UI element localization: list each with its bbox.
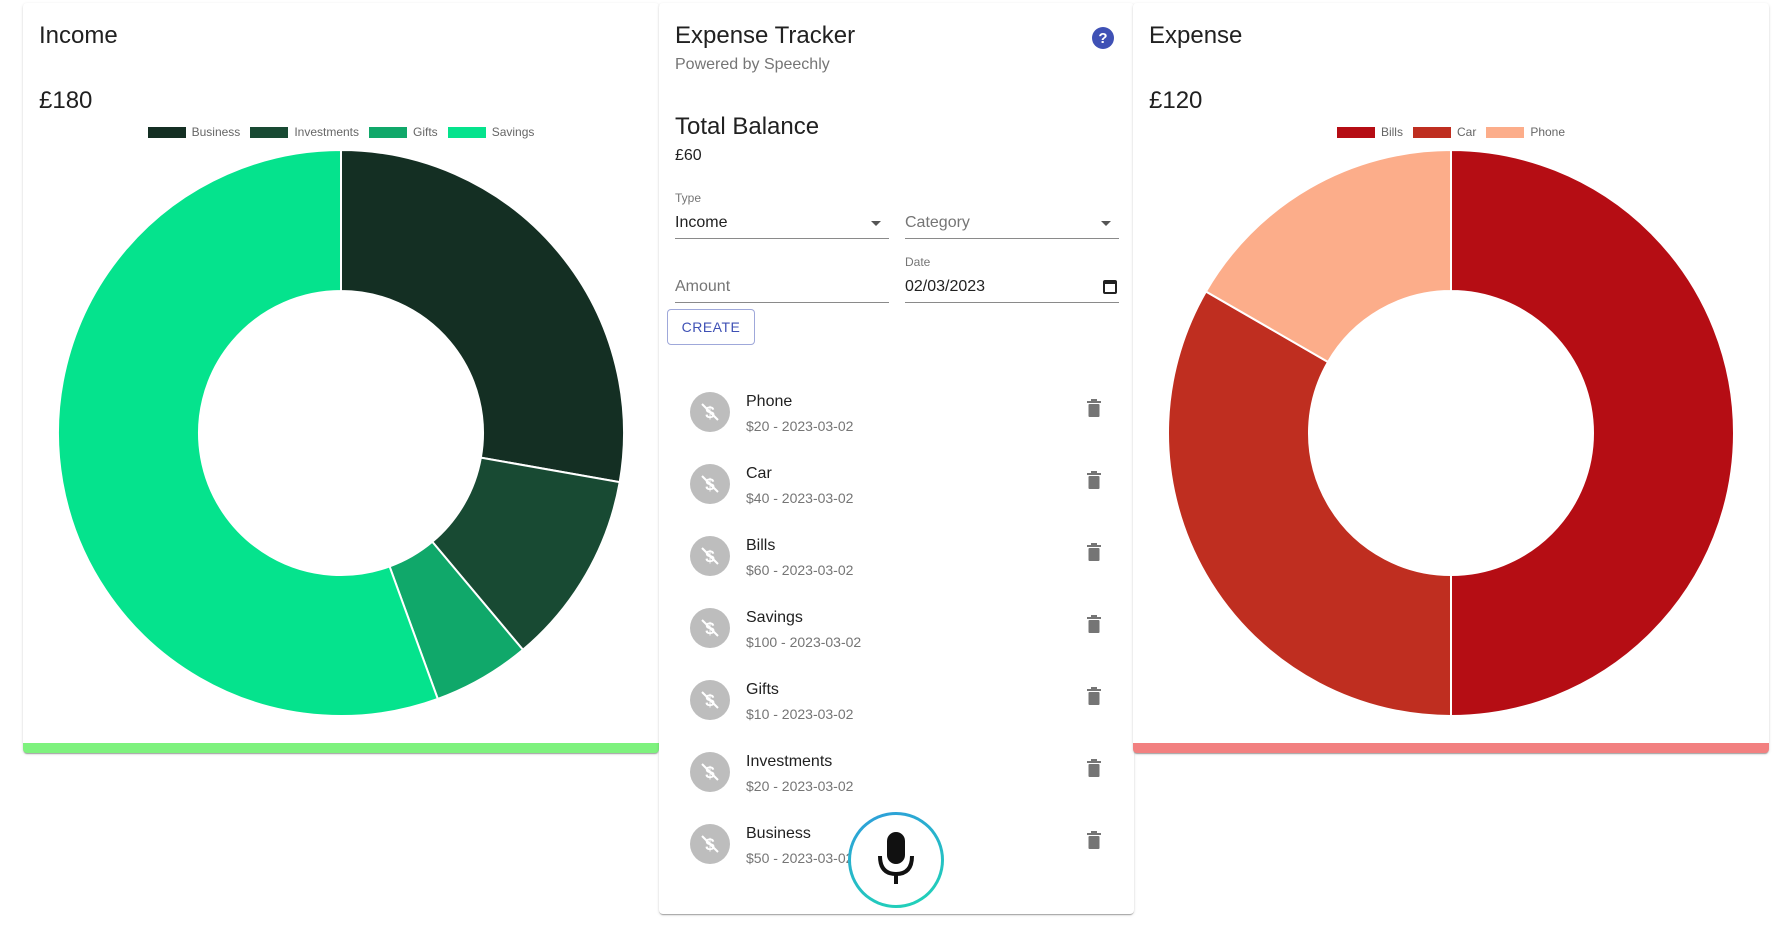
type-label: Type (675, 191, 702, 205)
list-item[interactable]: $ Phone $20 - 2023-03-02 (659, 379, 1134, 451)
transaction-detail: $10 - 2023-03-02 (746, 706, 854, 722)
type-value: Income (675, 214, 728, 231)
list-item[interactable]: $ Gifts $10 - 2023-03-02 (659, 667, 1134, 739)
income-legend-item[interactable]: Gifts (369, 125, 438, 139)
total-balance-value: £60 (675, 147, 702, 164)
expense-legend-label: Bills (1380, 125, 1403, 139)
money-off-icon: $ (690, 824, 730, 864)
income-legend-swatch (369, 126, 408, 138)
expense-legend-label: Phone (1530, 125, 1566, 139)
income-legend-swatch (250, 126, 289, 138)
category-placeholder: Category (905, 214, 970, 231)
list-item[interactable]: $ Car $40 - 2023-03-02 (659, 451, 1134, 523)
money-off-icon: $ (690, 608, 730, 648)
income-amount: £180 (39, 87, 93, 114)
expense-legend-item[interactable]: Bills (1336, 125, 1403, 139)
income-legend-label: Business (191, 125, 241, 139)
list-item[interactable]: $ Bills $60 - 2023-03-02 (659, 523, 1134, 595)
expense-amount: £120 (1149, 87, 1203, 114)
money-off-icon: $ (690, 752, 730, 792)
transaction-name: Investments (746, 753, 833, 770)
income-slice-business[interactable] (340, 149, 625, 484)
transaction-detail: $20 - 2023-03-02 (746, 778, 854, 794)
trash-icon[interactable] (1087, 687, 1101, 705)
income-donut-chart (57, 149, 625, 717)
expense-legend: Bills Car Phone (1133, 125, 1769, 139)
income-legend-label: Investments (294, 125, 360, 139)
transaction-detail: $40 - 2023-03-02 (746, 490, 854, 506)
trash-icon[interactable] (1087, 615, 1101, 633)
expense-legend-item[interactable]: Car (1412, 125, 1477, 139)
expense-slice-car[interactable] (1167, 290, 1452, 718)
income-legend: Business Investments Gifts Savings (23, 125, 659, 139)
microphone-icon (851, 815, 941, 905)
expense-legend-swatch (1336, 126, 1375, 138)
chevron-down-icon (1101, 221, 1111, 226)
transaction-detail: $20 - 2023-03-02 (746, 418, 854, 434)
transaction-name: Car (746, 465, 772, 482)
tracker-subtitle: Powered by Speechly (675, 56, 830, 73)
income-legend-swatch (147, 126, 186, 138)
amount-placeholder: Amount (675, 278, 731, 295)
transaction-detail: $50 - 2023-03-02 (746, 850, 854, 866)
trash-icon[interactable] (1087, 399, 1101, 417)
income-title: Income (39, 22, 118, 49)
trash-icon[interactable] (1087, 543, 1101, 561)
money-off-icon: $ (690, 680, 730, 720)
list-item[interactable]: $ Savings $100 - 2023-03-02 (659, 595, 1134, 667)
income-card: Income £180 Business Investments Gifts Savi… (23, 3, 659, 753)
transaction-detail: $60 - 2023-03-02 (746, 562, 854, 578)
create-button[interactable]: CREATE (667, 309, 755, 345)
transaction-list: $ Phone $20 - 2023-03-02 $ Car $40 - 202… (659, 379, 1134, 883)
expense-legend-swatch (1486, 126, 1525, 138)
income-legend-label: Gifts (413, 125, 438, 139)
calendar-icon[interactable] (1103, 280, 1117, 294)
income-legend-item[interactable]: Savings (447, 125, 535, 139)
income-legend-item[interactable]: Investments (250, 125, 359, 139)
expense-title: Expense (1149, 22, 1243, 49)
microphone-button[interactable] (848, 812, 944, 908)
money-off-icon: $ (690, 392, 730, 432)
expense-legend-label: Car (1456, 125, 1477, 139)
transaction-name: Business (746, 825, 811, 842)
expense-card: Expense £120 Bills Car Phone (1133, 3, 1769, 753)
question-circle-icon[interactable]: ? (1092, 27, 1114, 49)
income-legend-label: Savings (491, 125, 535, 139)
amount-input[interactable]: Amount (675, 255, 889, 303)
transaction-name: Bills (746, 537, 776, 554)
category-select[interactable]: Category (905, 191, 1119, 239)
expense-legend-item[interactable]: Phone (1486, 125, 1565, 139)
trash-icon[interactable] (1087, 831, 1101, 849)
expense-slice-bills[interactable] (1450, 149, 1735, 718)
income-legend-item[interactable]: Business (147, 125, 241, 139)
chevron-down-icon (871, 221, 881, 226)
expense-donut-chart (1167, 149, 1735, 718)
trash-icon[interactable] (1087, 759, 1101, 777)
type-select[interactable]: Type Income (675, 191, 889, 239)
transaction-name: Savings (746, 609, 803, 626)
tracker-title: Expense Tracker (675, 22, 856, 49)
list-item[interactable]: $ Investments $20 - 2023-03-02 (659, 739, 1134, 811)
transaction-detail: $100 - 2023-03-02 (746, 634, 862, 650)
date-value: 02/03/2023 (905, 278, 986, 295)
expense-tracker-card: Expense Tracker Powered by Speechly ? To… (659, 3, 1134, 914)
date-input[interactable]: Date 02/03/2023 (905, 255, 1119, 303)
money-off-icon: $ (690, 464, 730, 504)
total-balance-title: Total Balance (675, 113, 820, 140)
income-legend-swatch (447, 126, 486, 138)
expense-legend-swatch (1412, 126, 1451, 138)
trash-icon[interactable] (1087, 471, 1101, 489)
transaction-name: Phone (746, 393, 793, 410)
money-off-icon: $ (690, 536, 730, 576)
transaction-name: Gifts (746, 681, 779, 698)
date-label: Date (905, 255, 931, 269)
